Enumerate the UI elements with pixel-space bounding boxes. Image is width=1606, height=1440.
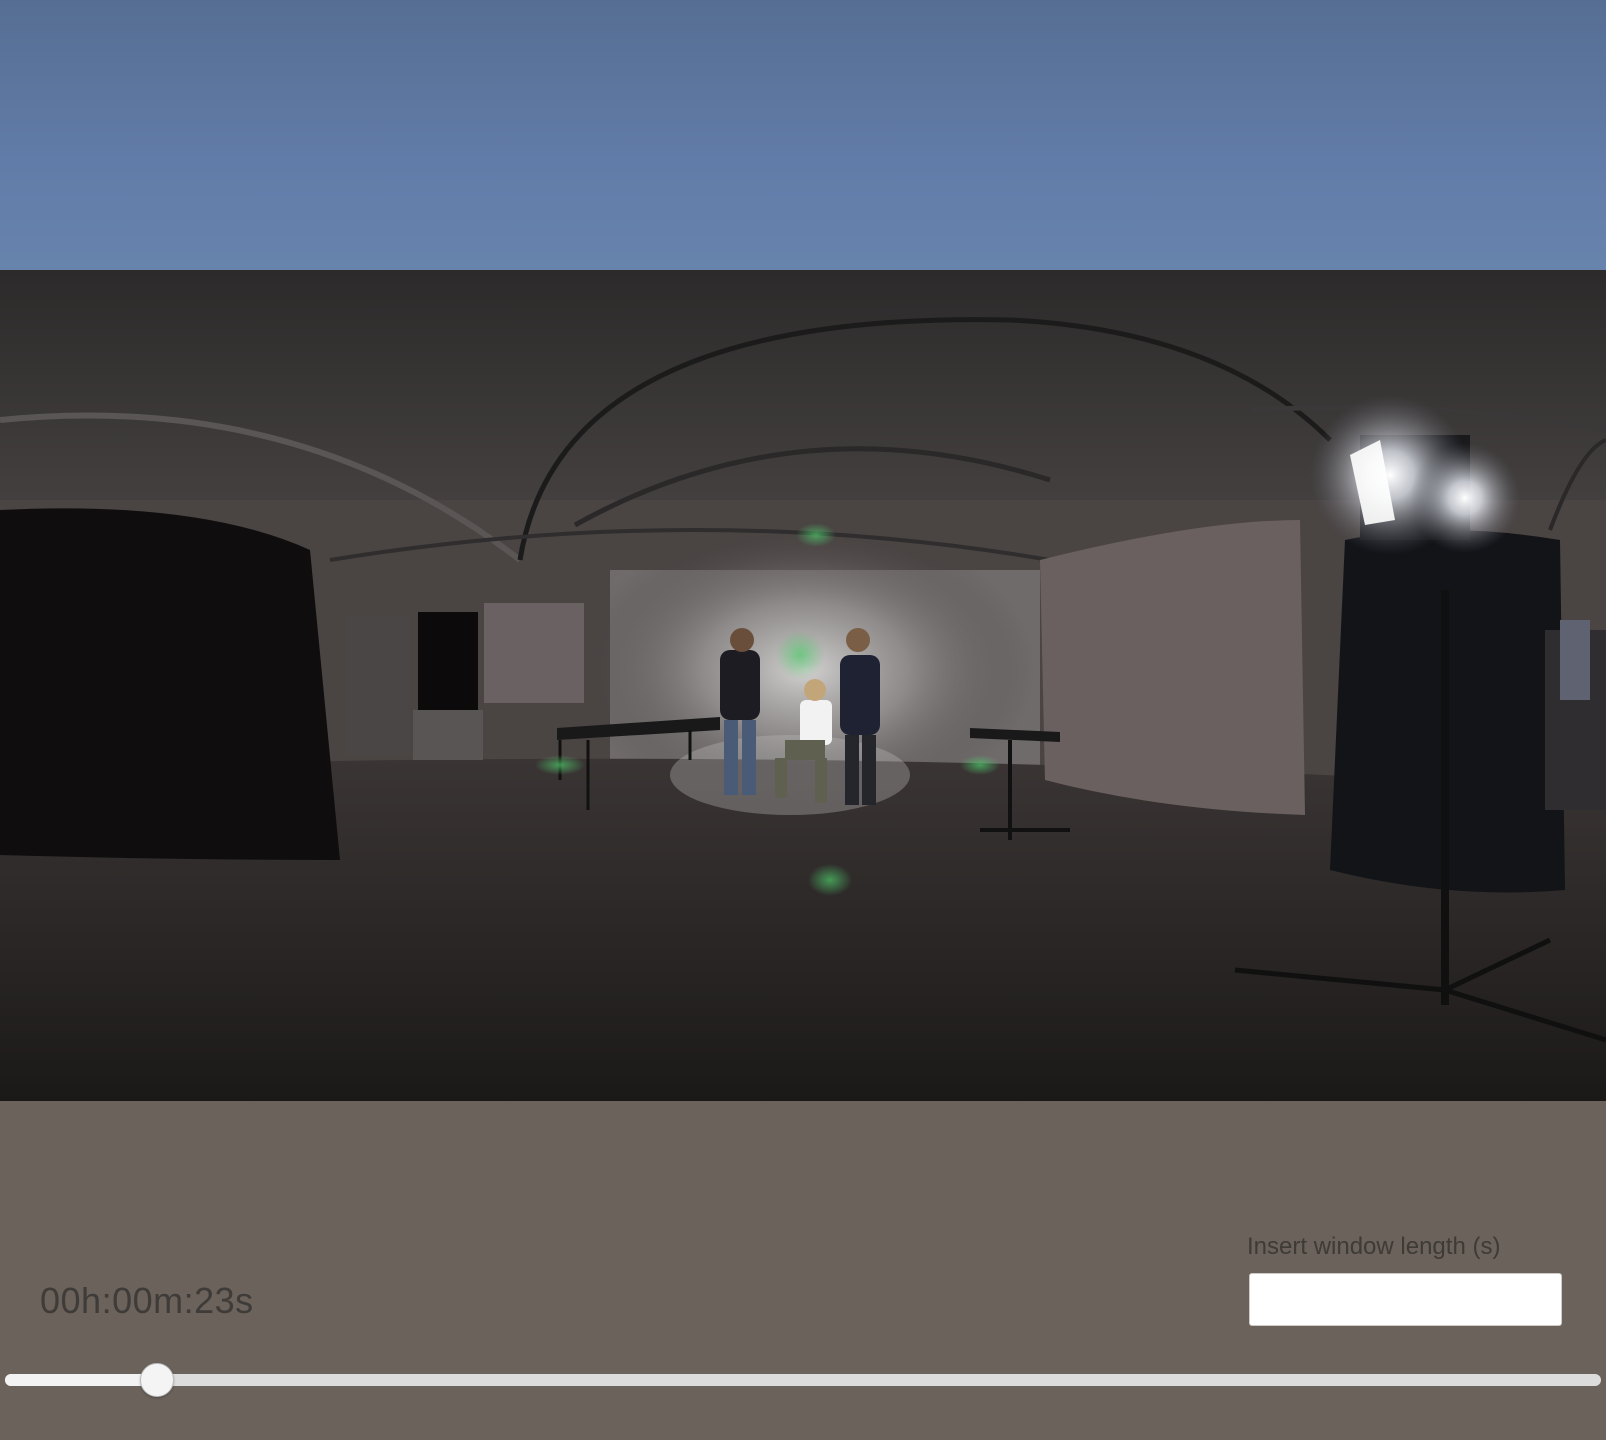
video-seek-slider-progress (5, 1374, 157, 1386)
elapsed-time-display: 00h:00m:23s (40, 1280, 254, 1321)
video-scene (0, 270, 1606, 1101)
panoramic-video-frame[interactable] (0, 270, 1606, 1101)
sky-background (0, 0, 1606, 270)
controls-panel (0, 1101, 1606, 1440)
window-length-label: Insert window length (s) (1247, 1233, 1501, 1260)
video-seek-slider-thumb[interactable] (139, 1363, 174, 1397)
video-seek-slider-track[interactable] (5, 1374, 1601, 1386)
video-annotation-app: 00h:00m:23s Insert window length (s) (0, 0, 1606, 1440)
window-length-input[interactable] (1249, 1273, 1562, 1326)
